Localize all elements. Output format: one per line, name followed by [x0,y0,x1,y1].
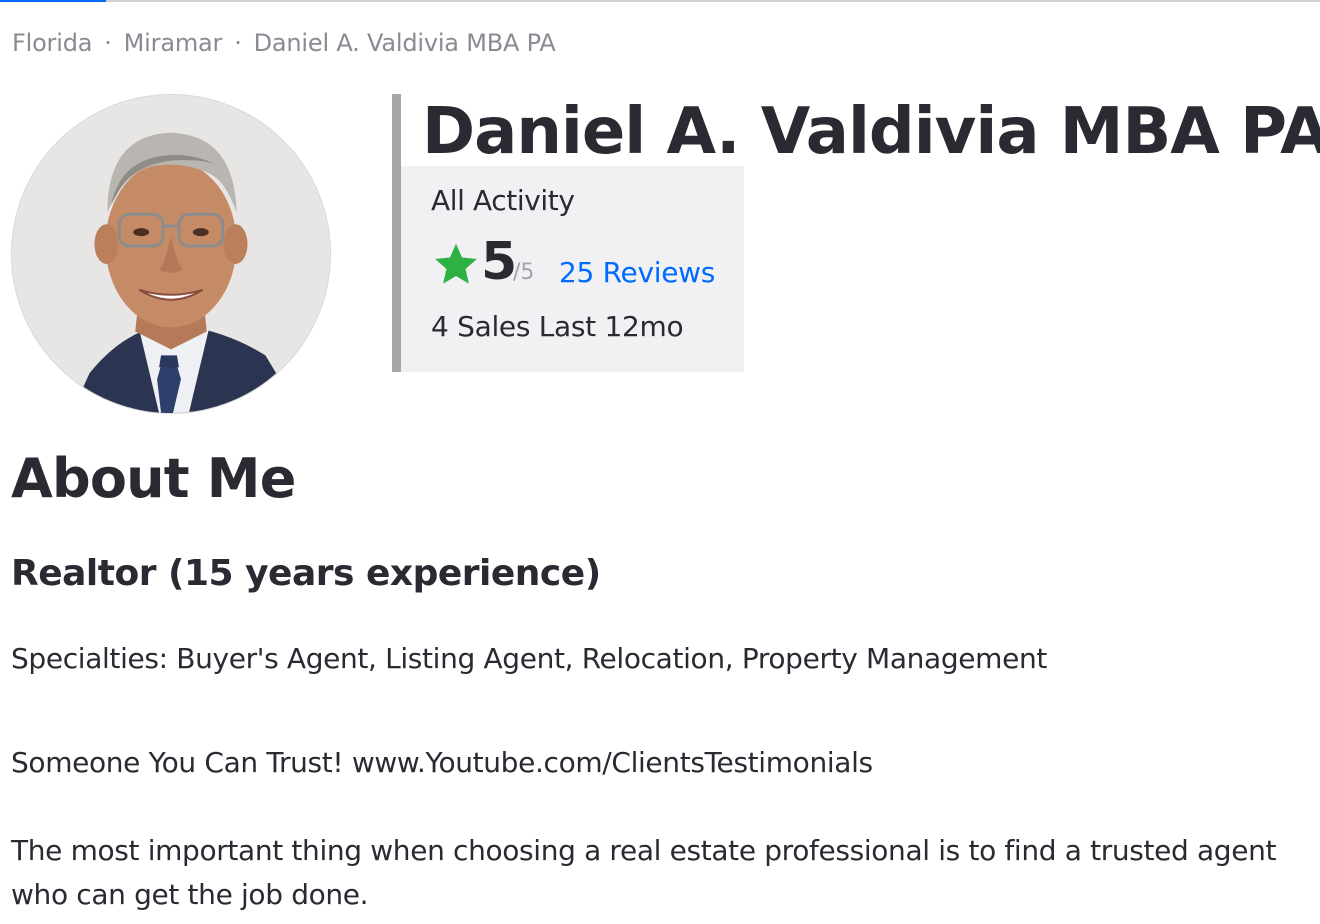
breadcrumb-separator: · [104,29,112,57]
star-icon [435,243,477,284]
breadcrumb-separator: · [234,29,242,57]
specialties-text: Specialties: Buyer's Agent, Listing Agen… [11,642,1047,675]
breadcrumb-item-current: Daniel A. Valdivia MBA PA [253,29,556,57]
top-divider-accent [0,0,106,2]
description-text: The most important thing when choosing a… [11,834,1277,911]
agent-photo [12,95,330,413]
header-accent-bar [392,94,401,372]
experience-heading: Realtor (15 years experience) [11,553,601,594]
trust-text: Someone You Can Trust! www.Youtube.com/C… [11,746,873,779]
rating-value: 5 [481,232,518,292]
reviews-link[interactable]: 25 Reviews [559,256,715,289]
activity-title: All Activity [431,184,575,217]
breadcrumb-item-city[interactable]: Miramar [124,29,223,57]
agent-name: Daniel A. Valdivia MBA PA [422,95,1320,169]
breadcrumb: Florida · Miramar · Daniel A. Valdivia MBA P… [12,29,556,57]
about-heading: About Me [11,447,296,510]
breadcrumb-item-state[interactable]: Florida [12,29,92,57]
sales-count: 4 Sales Last 12mo [431,310,684,343]
rating-max: /5 [513,260,535,285]
agent-avatar [11,94,331,414]
top-divider [0,0,1320,2]
